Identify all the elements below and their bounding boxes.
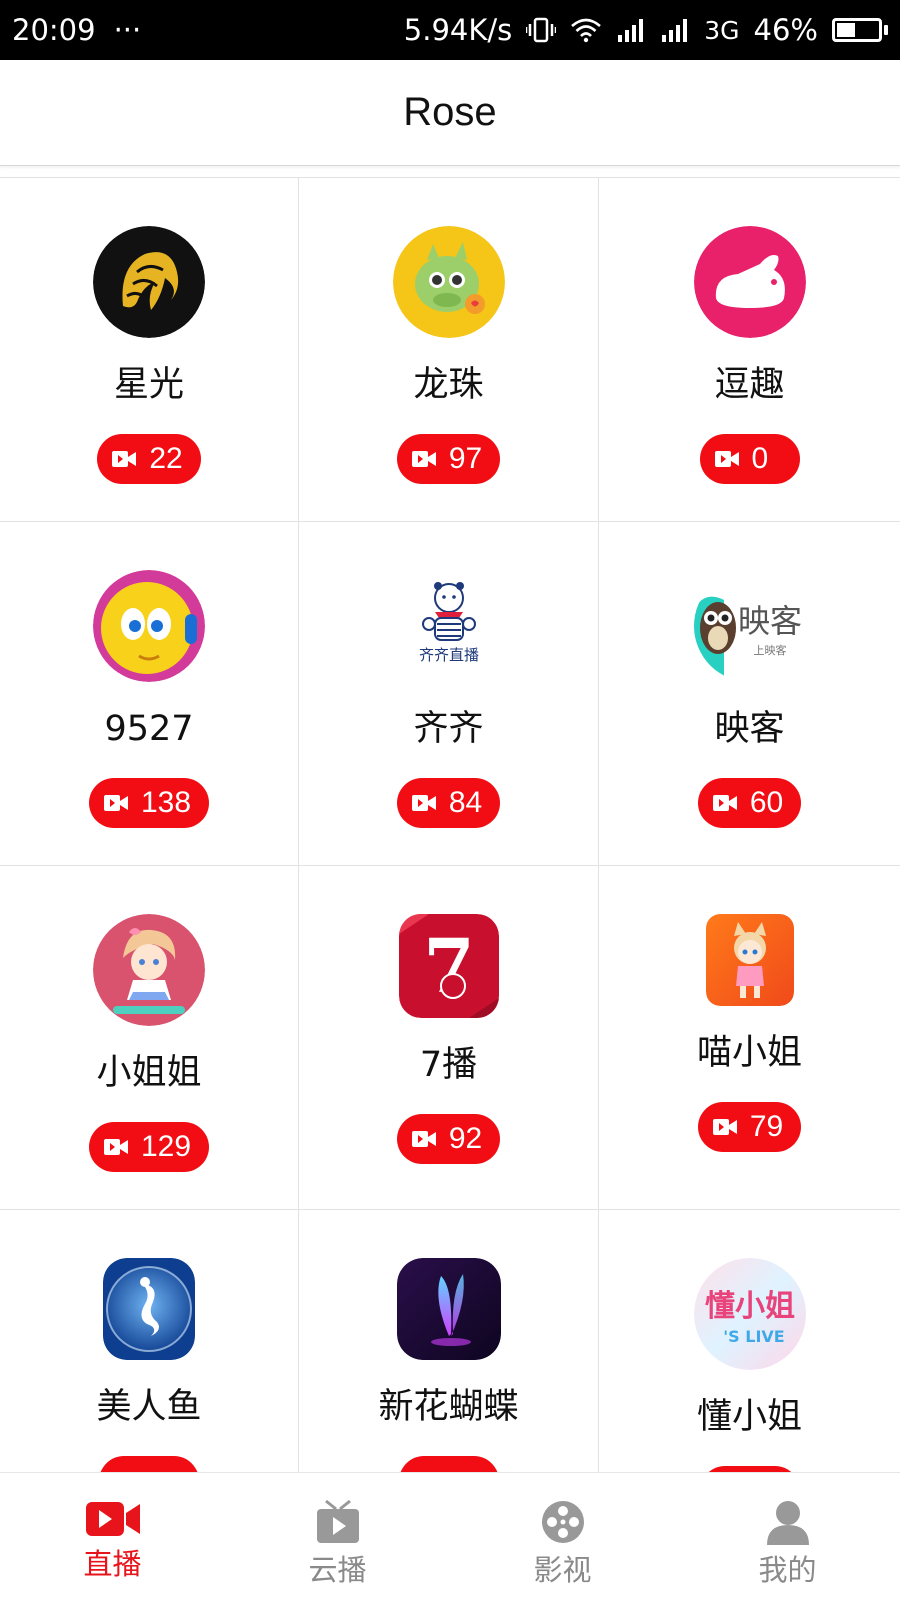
platform-name: 星光 bbox=[113, 365, 184, 405]
live-count-badge: 84 bbox=[396, 778, 501, 828]
wifi-icon bbox=[570, 17, 602, 43]
app-header: Rose bbox=[0, 60, 900, 166]
page-title: Rose bbox=[403, 90, 497, 134]
platform-card[interactable]: 星光 22 bbox=[0, 178, 299, 522]
logo-caption: 齐齐直播 bbox=[418, 646, 478, 664]
seven-logo: 7 bbox=[398, 914, 499, 1018]
live-count-badge: 97 bbox=[396, 434, 501, 484]
live-count: 97 bbox=[448, 442, 483, 475]
live-count: 60 bbox=[749, 786, 784, 819]
live-count: 92 bbox=[448, 1122, 483, 1155]
platform-card[interactable]: 映客 上映客 映客 60 bbox=[599, 522, 900, 866]
logo-subtext: 'S LIVE bbox=[723, 1327, 784, 1346]
vibrate-icon bbox=[526, 16, 557, 44]
bottom-nav: 直播 云播 影视 我的 bbox=[0, 1472, 900, 1600]
platform-card[interactable]: 龙珠 97 bbox=[299, 178, 599, 522]
platform-card[interactable]: 喵小姐 79 bbox=[599, 866, 900, 1210]
live-count-badge: 60 bbox=[697, 778, 802, 828]
dragon-logo bbox=[392, 226, 505, 338]
battery-percent: 46% bbox=[753, 13, 818, 47]
live-count: 22 bbox=[149, 442, 183, 475]
starlight-logo bbox=[93, 226, 205, 338]
platform-name: 小姐姐 bbox=[96, 1053, 202, 1093]
platform-name: 龙珠 bbox=[413, 365, 484, 405]
owl-logo: 映客 上映客 bbox=[693, 570, 806, 682]
anime-girl-logo bbox=[93, 914, 205, 1026]
platform-name: 9527 bbox=[104, 709, 194, 749]
live-count-badge bbox=[398, 1456, 499, 1472]
logo-subtext: 上映客 bbox=[753, 643, 786, 657]
platform-name: 新花蝴蝶 bbox=[378, 1387, 519, 1427]
video-camera-icon bbox=[111, 449, 137, 469]
status-bar: 20:09 ··· 5.94K/s 3G 46% bbox=[0, 0, 900, 60]
live-count-badge: 0 bbox=[699, 434, 800, 484]
signal-icon bbox=[660, 17, 690, 43]
person-icon bbox=[765, 1499, 811, 1545]
video-camera-icon bbox=[712, 1117, 738, 1137]
platform-name: 美人鱼 bbox=[96, 1387, 202, 1427]
live-count-badge: 22 bbox=[97, 434, 201, 484]
platform-card[interactable]: 美人鱼 bbox=[0, 1210, 299, 1472]
tab-live[interactable]: 直播 bbox=[0, 1473, 225, 1600]
platform-name: 齐齐 bbox=[413, 709, 484, 749]
platform-card[interactable]: 新花蝴蝶 bbox=[299, 1210, 599, 1472]
platform-name: 喵小姐 bbox=[696, 1033, 802, 1073]
video-camera-icon bbox=[411, 1129, 437, 1149]
butterfly-logo bbox=[396, 1258, 501, 1360]
live-count-badge bbox=[99, 1456, 199, 1472]
live-count: 129 bbox=[140, 1130, 192, 1163]
tab-label: 影视 bbox=[533, 1553, 592, 1587]
platform-name: 映客 bbox=[714, 709, 785, 749]
tab-mine[interactable]: 我的 bbox=[675, 1473, 900, 1600]
live-count-badge: 79 bbox=[697, 1102, 802, 1152]
network-speed: 5.94K/s bbox=[403, 13, 513, 47]
video-camera-icon bbox=[714, 449, 740, 469]
film-reel-icon bbox=[540, 1499, 586, 1545]
platform-card[interactable]: 小姐姐 129 bbox=[0, 866, 299, 1210]
status-time: 20:09 bbox=[12, 13, 96, 47]
video-camera-icon bbox=[411, 793, 437, 813]
video-camera-icon bbox=[411, 449, 437, 469]
platform-card[interactable]: 齐齐直播 齐齐 84 bbox=[299, 522, 599, 866]
battery-icon bbox=[832, 18, 888, 42]
platform-card[interactable]: 逗趣 0 bbox=[599, 178, 900, 522]
bear-logo: 齐齐直播 bbox=[392, 570, 505, 682]
live-count: 84 bbox=[448, 786, 483, 819]
live-count-badge: 129 bbox=[88, 1122, 210, 1172]
logo-text: 懂小姐 bbox=[705, 1289, 795, 1324]
live-count-badge: 92 bbox=[396, 1114, 501, 1164]
live-count-badge: 138 bbox=[88, 778, 210, 828]
live-count: 0 bbox=[751, 442, 769, 475]
signal-icon bbox=[616, 17, 646, 43]
cat-girl-logo bbox=[705, 914, 794, 1006]
tab-movies[interactable]: 影视 bbox=[450, 1473, 675, 1600]
rabbit-logo bbox=[693, 226, 806, 338]
video-camera-icon bbox=[712, 793, 738, 813]
tab-label: 直播 bbox=[83, 1547, 142, 1581]
tv-play-icon bbox=[314, 1499, 362, 1545]
video-camera-icon bbox=[84, 1499, 142, 1539]
platform-grid[interactable]: 星光 22 龙珠 97 逗趣 0 9527 138 齐齐直播 齐齐 84 映客 … bbox=[0, 177, 900, 1472]
platform-card[interactable]: 懂小姐 'S LIVE 懂小姐 bbox=[599, 1210, 900, 1472]
platform-name: 逗趣 bbox=[714, 365, 785, 405]
tab-label: 云播 bbox=[308, 1553, 367, 1587]
dong-xiaojie-logo: 懂小姐 'S LIVE bbox=[693, 1258, 806, 1370]
tab-cloud-play[interactable]: 云播 bbox=[225, 1473, 450, 1600]
live-count: 138 bbox=[140, 786, 192, 819]
platform-name: 懂小姐 bbox=[696, 1397, 802, 1437]
more-icon: ··· bbox=[113, 13, 142, 47]
video-camera-icon bbox=[103, 1137, 129, 1157]
platform-card[interactable]: 7 7播 92 bbox=[299, 866, 599, 1210]
platform-card[interactable]: 9527 138 bbox=[0, 522, 299, 866]
network-type: 3G bbox=[704, 15, 740, 45]
tab-label: 我的 bbox=[758, 1553, 817, 1587]
live-count: 79 bbox=[749, 1110, 784, 1143]
platform-name: 7播 bbox=[419, 1045, 478, 1085]
logo-text: 映客 bbox=[737, 602, 801, 640]
cartoon-face-logo bbox=[93, 570, 205, 682]
video-camera-icon bbox=[103, 793, 129, 813]
mermaid-logo bbox=[103, 1258, 195, 1360]
